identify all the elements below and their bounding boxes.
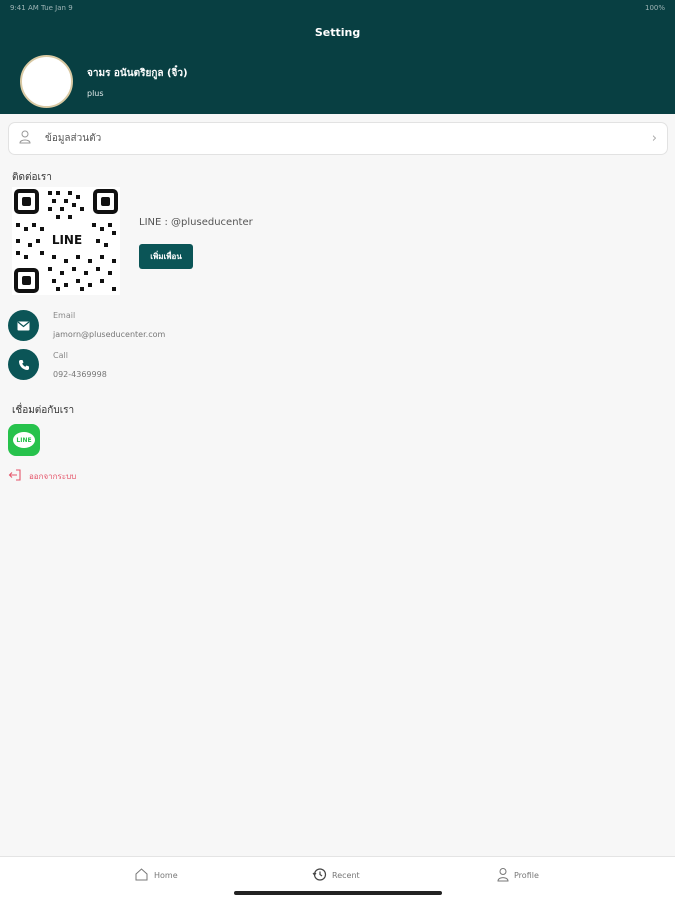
call-value[interactable]: 092-4369998	[53, 370, 107, 379]
tab-profile-label: Profile	[514, 871, 539, 880]
personal-info-label: ข้อมูลส่วนตัว	[45, 133, 102, 144]
line-qr-code: LINE	[12, 187, 120, 295]
avatar[interactable]	[20, 55, 73, 108]
qr-line-logo: LINE	[46, 231, 88, 249]
logout-icon	[8, 468, 22, 484]
person-icon	[497, 867, 509, 884]
tab-recent-label: Recent	[332, 871, 360, 880]
qr-finder	[93, 189, 118, 214]
line-logo-text: LINE	[13, 432, 35, 448]
chevron-right-icon: ›	[651, 131, 657, 146]
line-app-icon[interactable]: LINE	[8, 424, 40, 456]
call-label: Call	[53, 351, 68, 360]
personal-info-row[interactable]: ข้อมูลส่วนตัว ›	[8, 122, 668, 155]
header: 9:41 AM Tue Jan 9 100% Setting จามร อนัน…	[0, 0, 675, 114]
qr-finder	[14, 268, 39, 293]
home-icon	[134, 867, 149, 884]
add-friend-button[interactable]: เพิ่มเพื่อน	[139, 244, 193, 269]
email-label: Email	[53, 311, 76, 320]
person-icon	[19, 129, 31, 148]
phone-icon[interactable]	[8, 349, 39, 380]
tab-home[interactable]: Home	[134, 867, 178, 884]
qr-finder	[14, 189, 39, 214]
status-bar: 9:41 AM Tue Jan 9 100%	[10, 4, 665, 14]
tab-recent[interactable]: Recent	[312, 867, 360, 884]
history-icon	[312, 867, 327, 884]
status-time: 9:41 AM Tue Jan 9	[10, 4, 73, 12]
logout-label: ออกจากระบบ	[29, 471, 77, 481]
logout-button[interactable]: ออกจากระบบ	[8, 468, 76, 484]
line-id: LINE : @pluseducenter	[139, 217, 253, 228]
connect-section-title: เชื่อมต่อกับเรา	[12, 405, 75, 416]
contact-section-title: ติดต่อเรา	[12, 172, 52, 183]
mail-icon[interactable]	[8, 310, 39, 341]
email-value[interactable]: jamorn@pluseducenter.com	[53, 330, 165, 339]
home-indicator	[234, 891, 442, 895]
user-role: plus	[87, 89, 104, 98]
page-title: Setting	[314, 26, 361, 39]
user-name: จามร อนันตริยกูล (จิ๋ว)	[87, 68, 188, 79]
tab-profile[interactable]: Profile	[497, 867, 539, 884]
status-battery: 100%	[644, 4, 665, 12]
tab-home-label: Home	[154, 871, 178, 880]
